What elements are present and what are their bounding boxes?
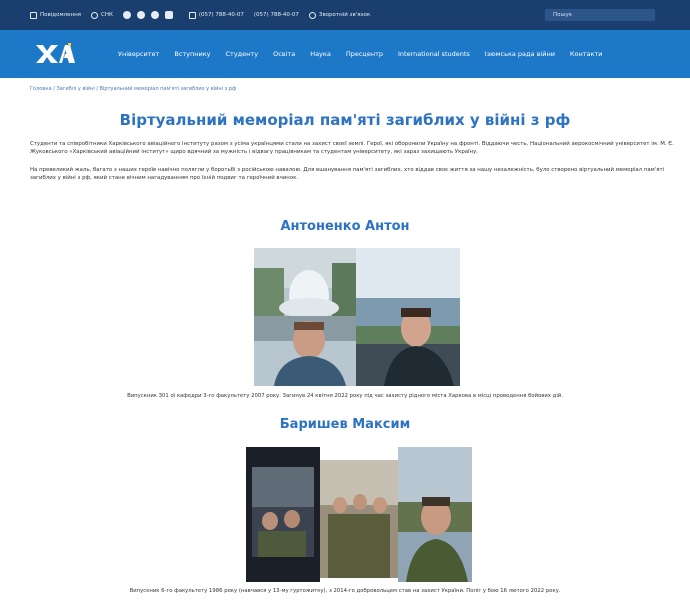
- globe-icon: [91, 11, 98, 19]
- university-logo[interactable]: [34, 42, 76, 66]
- phone-label-2: (057) 788-40-07: [253, 12, 299, 18]
- hero-name-1: Антоненко Антон: [280, 219, 410, 234]
- instagram-icon[interactable]: [150, 11, 159, 19]
- facebook-icon[interactable]: [122, 11, 131, 19]
- nav-university[interactable]: Університет: [118, 50, 159, 58]
- nav-student[interactable]: Студенту: [226, 50, 259, 58]
- logo-mark: [36, 43, 75, 63]
- top-utility-bar: Повідомлення СНК (057) 788-40-07 (057) 7…: [0, 0, 690, 30]
- hero-caption-2: Випускник 6-го факультету 1986 року (нав…: [129, 588, 561, 594]
- phone-label-1: (057) 788-40-07: [198, 12, 244, 18]
- snk-link[interactable]: СНК: [91, 11, 113, 19]
- nav-science[interactable]: Наука: [310, 50, 331, 58]
- breadcrumb-current: Віртуальний меморіал пам'яті загиблих у …: [99, 86, 237, 92]
- youtube-icon[interactable]: [164, 11, 173, 19]
- notifications-label: Повідомлення: [40, 12, 81, 18]
- hero-2-photo-middle: [320, 460, 398, 578]
- telegram-icon[interactable]: [136, 11, 145, 19]
- main-nav: Університет Вступнику Студенту Освіта На…: [118, 30, 617, 78]
- home-icon: [30, 11, 37, 19]
- nav-war-council[interactable]: Ізюмська рада війни: [485, 50, 555, 58]
- main-navbar: Університет Вступнику Студенту Освіта На…: [0, 30, 690, 78]
- intro-paragraph-2: На превеликий жаль, багато з наших герої…: [30, 167, 665, 181]
- phone-icon: [188, 11, 196, 19]
- hero-name-2: Баришев Максим: [279, 417, 411, 432]
- nav-press-center[interactable]: Пресцентр: [346, 50, 383, 58]
- search-input[interactable]: Пошук: [545, 9, 655, 21]
- breadcrumb-home[interactable]: Головна: [30, 86, 52, 92]
- nav-contacts[interactable]: Контакти: [570, 50, 603, 58]
- hero-1-photo-left: [254, 248, 362, 386]
- breadcrumb: Головна / Загиблі у війні / Віртуальний …: [30, 86, 236, 92]
- intro-paragraph-1: Студенти та співробітники Харківського а…: [30, 141, 674, 155]
- hero-1-photo-right: [356, 248, 460, 386]
- social-links: [122, 11, 179, 19]
- feedback-link[interactable]: Зворотній зв'язок: [308, 11, 371, 19]
- feedback-label: Зворотній зв'язок: [318, 12, 371, 18]
- snk-label: СНК: [101, 12, 113, 18]
- hero-caption-1: Випускник 301 ої кафедри 3-го факультету…: [127, 393, 563, 399]
- page-title: Віртуальний меморіал пам'яті загиблих у …: [119, 111, 571, 129]
- phone-link-2[interactable]: (057) 788-40-07: [254, 12, 299, 18]
- notifications-link[interactable]: Повідомлення: [30, 11, 81, 19]
- breadcrumb-fallen[interactable]: Загиблі у війні: [57, 86, 95, 92]
- nav-international-students[interactable]: International students: [398, 50, 470, 58]
- mail-icon: [308, 11, 316, 19]
- nav-applicant[interactable]: Вступнику: [174, 50, 210, 58]
- nav-education[interactable]: Освіта: [273, 50, 295, 58]
- phone-link-1[interactable]: (057) 788-40-07: [188, 11, 244, 19]
- hero-2-photo-left: [246, 447, 320, 582]
- hero-2-photo-right: [398, 447, 472, 582]
